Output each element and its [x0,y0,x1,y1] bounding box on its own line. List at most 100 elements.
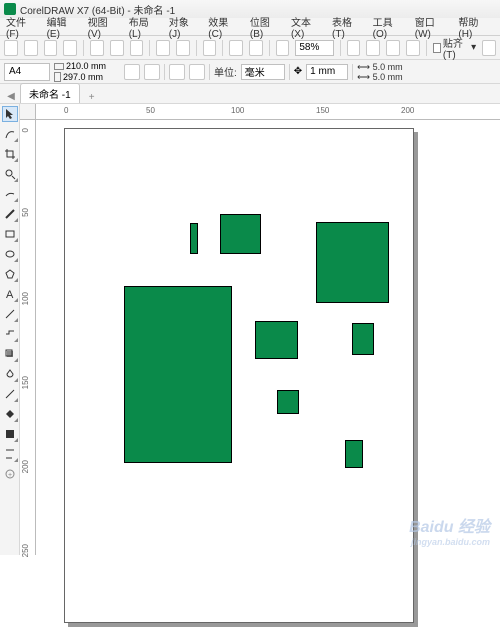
nudge-value: 1 mm [310,66,335,77]
zoom-level[interactable]: 58% [295,40,333,56]
rectangle-shape[interactable] [277,390,299,414]
document-tab[interactable]: 未命名 -1 [20,83,80,103]
save-button[interactable] [44,40,58,56]
separator [196,40,197,56]
cut-button[interactable] [90,40,104,56]
separator [222,40,223,56]
menu-bitmaps[interactable]: 位图(B) [250,14,281,40]
eyedropper-tool[interactable] [2,386,18,402]
quick-custom-button[interactable]: + [2,466,18,482]
ruler-tick: 50 [21,208,30,217]
ellipse-tool[interactable] [2,246,18,262]
menu-edit[interactable]: 编辑(E) [47,14,78,40]
export-button[interactable] [249,40,263,56]
rectangle-tool[interactable] [2,226,18,242]
vertical-ruler[interactable]: 0 50 100 150 200 250 [20,120,36,555]
welcome-button[interactable] [386,40,400,56]
print-button[interactable] [63,40,77,56]
snap-label: 贴齐(T) [443,35,469,61]
smart-fill-tool[interactable] [2,426,18,442]
standard-toolbar: 58% 贴齐(T) ▾ [0,36,500,60]
rectangle-shape[interactable] [352,323,374,355]
shape-tool[interactable] [2,126,18,142]
launch-button[interactable] [482,40,496,56]
ruler-tick: 150 [316,106,329,115]
menu-layout[interactable]: 布局(L) [129,14,159,40]
page-width[interactable]: 210.0 mm [66,61,120,71]
rectangle-shape[interactable] [316,222,389,303]
ruler-tick: 50 [146,106,155,115]
transparency-tool[interactable] [2,366,18,382]
new-button[interactable] [4,40,18,56]
page[interactable] [64,128,414,623]
options-button[interactable] [406,40,420,56]
pasteboard[interactable]: Baidu 经验 jingyan.baidu.com [36,120,500,555]
copy-button[interactable] [110,40,124,56]
horizontal-ruler[interactable]: 0 50 100 150 200 [36,104,500,120]
menu-tools[interactable]: 工具(O) [373,14,405,40]
rectangle-shape[interactable] [220,214,261,254]
ruler-tick: 250 [21,544,30,557]
freehand-tool[interactable] [2,186,18,202]
separator [289,64,290,80]
open-button[interactable] [24,40,38,56]
rectangle-shape[interactable] [345,440,363,468]
separator [426,40,427,56]
all-pages-button[interactable] [169,64,185,80]
fullscreen-button[interactable] [347,40,361,56]
menu-view[interactable]: 视图(V) [88,14,119,40]
undo-button[interactable] [156,40,170,56]
crop-tool[interactable] [2,146,18,162]
rectangle-shape[interactable] [124,286,232,463]
drop-shadow-tool[interactable] [2,346,18,362]
paper-size-select[interactable]: A4 [4,63,50,81]
toolbox: A + [0,104,20,555]
menu-table[interactable]: 表格(T) [332,14,363,40]
chevron-down-icon: ▾ [471,42,476,53]
dup-y: ⟷ 5.0 mm [357,72,402,82]
page-dimensions: 210.0 mm 297.0 mm [54,61,120,82]
tab-nav-left[interactable]: ◀ [4,89,18,103]
property-bar: A4 210.0 mm 297.0 mm 单位: 毫米 ✥ 1 mm ⟷ 5.0… [0,60,500,84]
ruler-tick: 150 [21,376,30,389]
ruler-origin[interactable] [20,104,36,120]
import-button[interactable] [229,40,243,56]
preview-button[interactable] [366,40,380,56]
menu-object[interactable]: 对象(J) [169,14,199,40]
nudge-distance[interactable]: 1 mm [306,64,348,80]
ruler-tick: 200 [21,460,30,473]
pick-tool[interactable] [2,106,18,122]
units-select[interactable]: 毫米 [241,64,285,80]
zoom-tool[interactable] [2,166,18,182]
page-height[interactable]: 297.0 mm [63,72,117,82]
landscape-button[interactable] [144,64,160,80]
current-page-button[interactable] [189,64,205,80]
interactive-fill-tool[interactable] [2,406,18,422]
units-label: 单位: [214,64,237,79]
redo-button[interactable] [176,40,190,56]
units-value: 毫米 [245,64,265,79]
separator [149,40,150,56]
dup-x: ⟷ 5.0 mm [357,62,402,72]
outline-tool[interactable] [2,446,18,462]
text-tool[interactable]: A [2,286,18,302]
width-icon [54,63,64,70]
separator [340,40,341,56]
rectangle-shape[interactable] [255,321,298,359]
snap-checkbox[interactable] [433,43,441,53]
search-button[interactable] [203,40,217,56]
portrait-button[interactable] [124,64,140,80]
publish-button[interactable] [276,40,290,56]
menu-file[interactable]: 文件(F) [6,14,37,40]
parallel-dim-tool[interactable] [2,306,18,322]
snap-dropdown[interactable]: 贴齐(T) ▾ [433,35,477,61]
connector-tool[interactable] [2,326,18,342]
paper-size-value: A4 [9,66,21,77]
menu-text[interactable]: 文本(X) [291,14,322,40]
artistic-media-tool[interactable] [2,206,18,222]
menu-effects[interactable]: 效果(C) [208,14,240,40]
polygon-tool[interactable] [2,266,18,282]
paste-button[interactable] [130,40,144,56]
rectangle-shape[interactable] [190,223,198,254]
new-tab-button[interactable]: + [84,92,100,103]
